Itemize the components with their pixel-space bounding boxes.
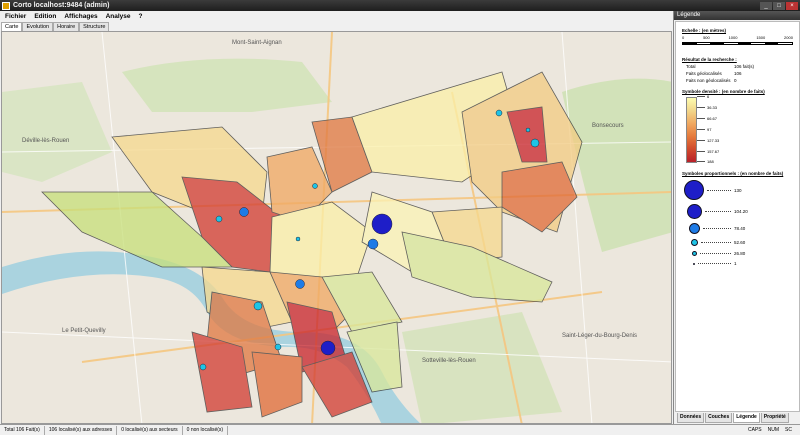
density-tick: 66.67	[697, 116, 717, 121]
legend-panel: Légende Echelle : (en mètres) 0 500 1000…	[673, 11, 800, 424]
result-title: Résultat de la recherche :	[682, 57, 737, 62]
menu-analyse[interactable]: Analyse	[106, 13, 131, 20]
tab-horaire[interactable]: Horaire	[53, 22, 80, 31]
prop-value: 104.20	[734, 209, 748, 214]
prop-value: 78.40	[734, 226, 746, 231]
status-bar: Total 106 Fait(s) 106 localisé(s) aux ad…	[0, 424, 800, 435]
panel-tab-couches[interactable]: Couches	[705, 413, 733, 423]
density-tick: 36.33	[697, 105, 717, 110]
menu-fichier[interactable]: Fichier	[5, 13, 26, 20]
tab-carte[interactable]: Carte	[1, 22, 23, 31]
scale-title: Echelle : (en mètres)	[682, 28, 727, 33]
panel-title: Légende	[674, 11, 800, 20]
density-tick: 6	[697, 94, 709, 99]
view-tabs: Carte Evolution Horaire Structure	[0, 22, 673, 31]
panel-tab-legende[interactable]: Légende	[733, 413, 760, 423]
status-localises: 106 localisé(s) aux adresses	[45, 425, 118, 435]
scale-tick: 500	[703, 35, 710, 40]
map-label-2: Déville-lès-Rouen	[22, 138, 69, 144]
status-non-localises: 0 non localisé(s)	[183, 425, 229, 435]
caps-indicator: CAPS	[748, 427, 762, 433]
map-label-6: Saint-Léger-du-Bourg-Denis	[562, 333, 637, 339]
panel-tab-propriete[interactable]: Propriété	[760, 413, 789, 423]
maximize-button[interactable]: □	[773, 1, 785, 10]
prop-value: 1	[734, 261, 737, 266]
map-label-1: Mont-Saint-Aignan	[232, 40, 282, 46]
map-label-4: Sotteville-lès-Rouen	[422, 358, 476, 364]
panel-tab-donnees[interactable]: Données	[677, 413, 705, 423]
panel-tabs: Données Couches Légende Propriété	[675, 413, 800, 423]
result-row: Faits géolocalisés 106	[686, 71, 742, 76]
menu-bar: Fichier Edition Affichages Analyse ?	[0, 11, 673, 22]
scale-tick: 0	[682, 35, 685, 40]
window-title: Corto localhost:9484 (admin)	[13, 2, 110, 9]
result-row: Total 106 fait(s)	[686, 64, 755, 69]
result-row: Faits non géolocalisés 0	[686, 78, 737, 83]
close-button[interactable]: ×	[786, 1, 798, 10]
scale-tick: 1000	[728, 35, 738, 40]
prop-value: 52.60	[734, 240, 746, 245]
minimize-button[interactable]: _	[760, 1, 772, 10]
density-color-ramp	[686, 97, 697, 163]
tab-structure[interactable]: Structure	[79, 22, 110, 31]
proportional-legend: 130 104.20 78.40 52.60 26.80 1	[682, 178, 793, 276]
proportional-title: Symboles proportionnels : (en nombre de …	[682, 171, 784, 176]
map-label-3: Le Petit-Quevilly	[62, 328, 106, 334]
map-canvas[interactable]: Mont-Saint-Aignan Déville-lès-Rouen Le P…	[2, 32, 672, 424]
density-tick: 97	[697, 127, 711, 132]
num-indicator: NUM	[767, 427, 780, 433]
prop-value: 130	[734, 187, 742, 193]
map-view[interactable]: Mont-Saint-Aignan Déville-lès-Rouen Le P…	[1, 31, 672, 424]
legend-content: Echelle : (en mètres) 0 500 1000 1500 20…	[675, 21, 800, 412]
density-tick: 188	[697, 159, 714, 164]
scale-tick: 1500	[756, 35, 766, 40]
prop-value: 26.80	[734, 251, 746, 256]
density-tick: 157.67	[697, 149, 719, 154]
menu-help[interactable]: ?	[139, 13, 143, 20]
title-bar: Corto localhost:9484 (admin) _ □ ×	[0, 0, 800, 11]
density-tick: 127.33	[697, 138, 719, 143]
scale-tick: 2000	[784, 35, 793, 40]
menu-affichages[interactable]: Affichages	[64, 13, 97, 20]
scale-bar: 0 500 1000 1500 2000	[682, 35, 793, 49]
tab-evolution[interactable]: Evolution	[22, 22, 54, 31]
scroll-indicator: SC	[785, 427, 792, 433]
status-total: Total 106 Fait(s)	[0, 425, 45, 435]
app-icon	[2, 1, 10, 10]
status-secteurs: 0 localisé(s) aux secteurs	[117, 425, 183, 435]
menu-edition[interactable]: Edition	[34, 13, 56, 20]
map-label-5: Bonsecours	[592, 123, 624, 129]
density-legend: 6 36.33 66.67 97 127.33 157.67 188	[686, 94, 793, 164]
